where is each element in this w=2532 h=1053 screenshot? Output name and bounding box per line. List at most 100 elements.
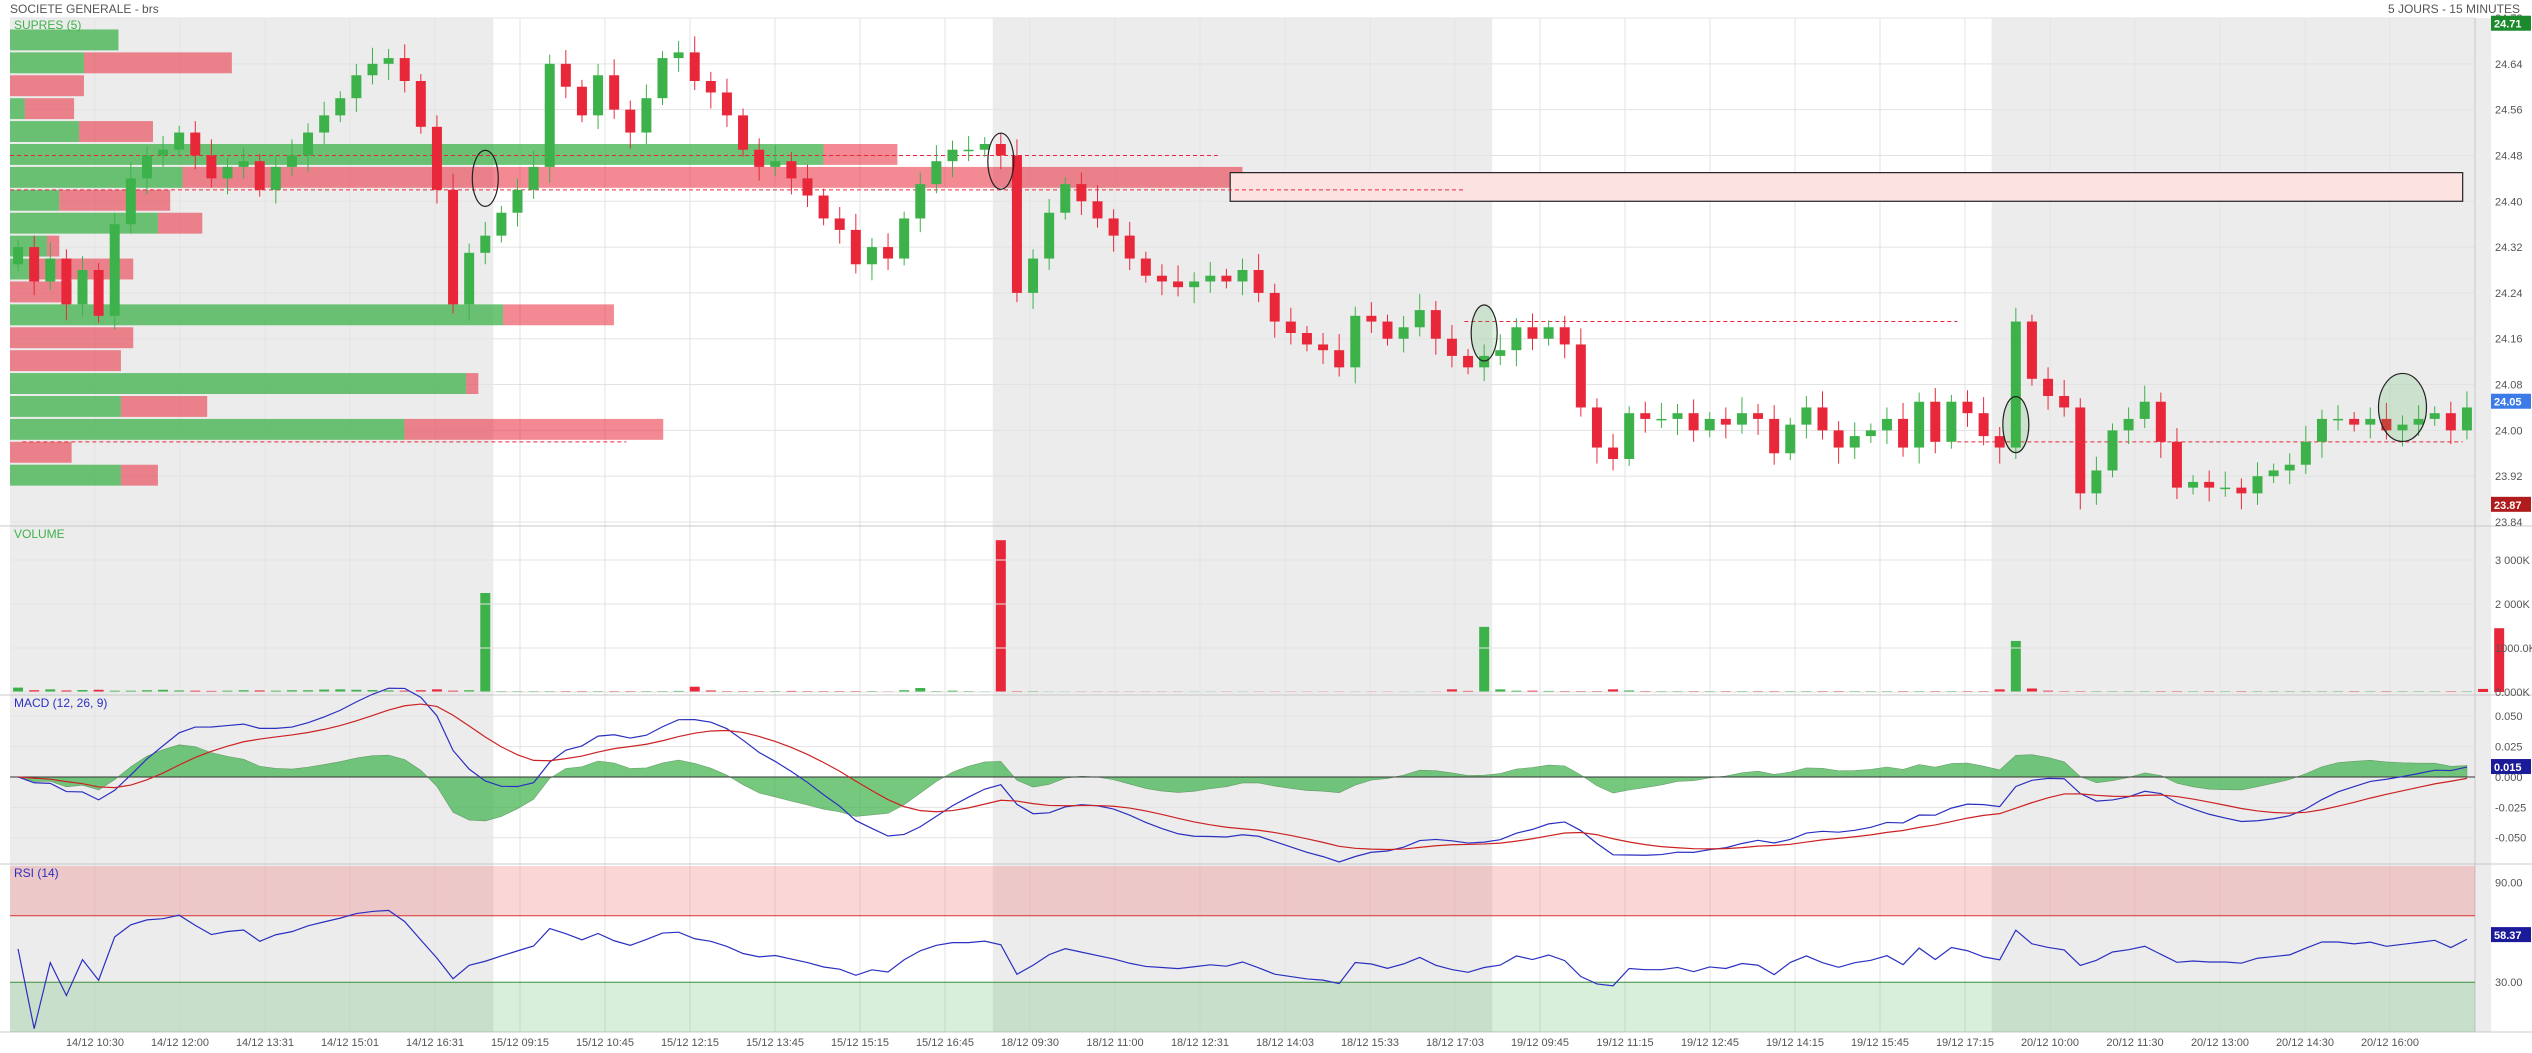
candle xyxy=(1285,321,1296,333)
candle xyxy=(303,132,314,156)
candle xyxy=(2188,481,2199,488)
candle xyxy=(1430,310,1441,339)
candle xyxy=(1559,327,1570,345)
candle xyxy=(335,98,346,116)
candle xyxy=(2171,441,2182,488)
candle xyxy=(1527,327,1538,339)
candle xyxy=(2059,396,2070,408)
stock-chart[interactable]: 24.7224.6424.5624.4824.4024.3224.2424.16… xyxy=(0,0,2532,1053)
candle xyxy=(915,184,926,219)
candle xyxy=(480,235,491,253)
volume-tick-label: 3 000K xyxy=(2495,555,2531,567)
volume-bar xyxy=(2478,688,2489,692)
time-tick-label: 18/12 17:03 xyxy=(1426,1037,1484,1049)
candle xyxy=(2236,487,2247,494)
time-tick-label: 19/12 15:45 xyxy=(1851,1037,1909,1049)
candle xyxy=(657,58,668,99)
candle xyxy=(1785,424,1796,454)
volume-bar xyxy=(689,686,700,692)
volume-tick-label: 1000.0K xyxy=(2495,643,2532,655)
candle xyxy=(1946,401,1957,442)
candle xyxy=(1076,184,1087,202)
candle xyxy=(1382,321,1393,339)
candle xyxy=(1028,258,1039,293)
candle xyxy=(2220,487,2231,490)
candle xyxy=(2284,464,2295,471)
time-tick-label: 14/12 13:31 xyxy=(236,1037,294,1049)
candle xyxy=(1237,270,1248,282)
candle xyxy=(1688,413,1699,431)
candle xyxy=(1398,327,1409,339)
rsi-tick-label: 90.00 xyxy=(2495,878,2523,890)
price-tick-label: 23.84 xyxy=(2495,517,2523,529)
candle xyxy=(1011,155,1022,293)
candle xyxy=(883,247,894,259)
volume-profile-up-bar xyxy=(10,304,503,326)
rsi-panel-label: RSI (14) xyxy=(14,866,59,880)
time-tick-label: 14/12 15:01 xyxy=(321,1037,379,1049)
time-tick-label: 14/12 10:30 xyxy=(66,1037,124,1049)
candle xyxy=(61,258,72,305)
candle xyxy=(2075,407,2086,494)
candle xyxy=(560,63,571,87)
high-marker: 24.71 xyxy=(2494,19,2522,31)
candle xyxy=(1543,327,1554,339)
volume-profile-down-bar xyxy=(10,350,121,372)
candle xyxy=(109,224,120,316)
candle xyxy=(593,75,604,116)
time-tick-label: 15/12 16:45 xyxy=(916,1037,974,1049)
price-tick-label: 24.48 xyxy=(2495,150,2523,162)
candle xyxy=(770,161,781,167)
candle xyxy=(29,247,40,282)
candle xyxy=(625,109,636,133)
candle xyxy=(947,149,958,162)
candle xyxy=(1769,418,1780,454)
candle xyxy=(254,161,265,190)
candle xyxy=(544,63,555,167)
candle xyxy=(738,115,749,150)
macd-tick-label: -0.050 xyxy=(2495,833,2526,845)
candle xyxy=(238,161,249,167)
signal-marker xyxy=(1470,304,1498,362)
signal-marker xyxy=(2002,396,2030,454)
candle xyxy=(1672,413,1683,419)
signal-marker xyxy=(2377,372,2428,443)
candle xyxy=(1221,275,1232,282)
candle xyxy=(125,178,136,225)
candle xyxy=(721,92,732,116)
time-tick-label: 15/12 13:45 xyxy=(746,1037,804,1049)
candle xyxy=(93,270,104,316)
candle xyxy=(2268,470,2279,477)
time-tick-label: 15/12 15:15 xyxy=(831,1037,889,1049)
volume-profile-down-bar xyxy=(83,52,232,74)
candle xyxy=(754,149,765,167)
volume-panel-label: VOLUME xyxy=(14,527,65,541)
volume-profile-down-bar xyxy=(79,121,153,142)
candle xyxy=(2204,481,2215,488)
candle xyxy=(995,144,1006,156)
time-tick-label: 20/12 14:30 xyxy=(2276,1037,2334,1049)
volume-profile-down-bar xyxy=(157,212,203,234)
candle xyxy=(270,166,281,190)
time-tick-label: 18/12 12:31 xyxy=(1171,1037,1229,1049)
candle xyxy=(1881,418,1892,431)
candle xyxy=(2365,418,2376,425)
time-tick-label: 19/12 09:45 xyxy=(1511,1037,1569,1049)
candle xyxy=(1446,338,1457,356)
macd-tick-label: -0.025 xyxy=(2495,802,2526,814)
candle xyxy=(1269,292,1280,322)
candle xyxy=(1173,281,1184,288)
volume-tick-label: 2 000K xyxy=(2495,599,2531,611)
candle xyxy=(1495,350,1506,356)
time-tick-label: 18/12 15:33 xyxy=(1341,1037,1399,1049)
candle xyxy=(802,178,813,196)
candle xyxy=(1044,212,1055,259)
macd-tick-label: 0.050 xyxy=(2495,711,2523,723)
candle xyxy=(1930,401,1941,442)
volume-bar xyxy=(2026,688,2037,692)
candle xyxy=(1414,310,1425,328)
macd-panel-label: MACD (12, 26, 9) xyxy=(14,696,108,710)
candle xyxy=(2091,470,2102,494)
volume-profile-down-bar xyxy=(466,373,479,394)
volume-bar xyxy=(915,688,926,692)
